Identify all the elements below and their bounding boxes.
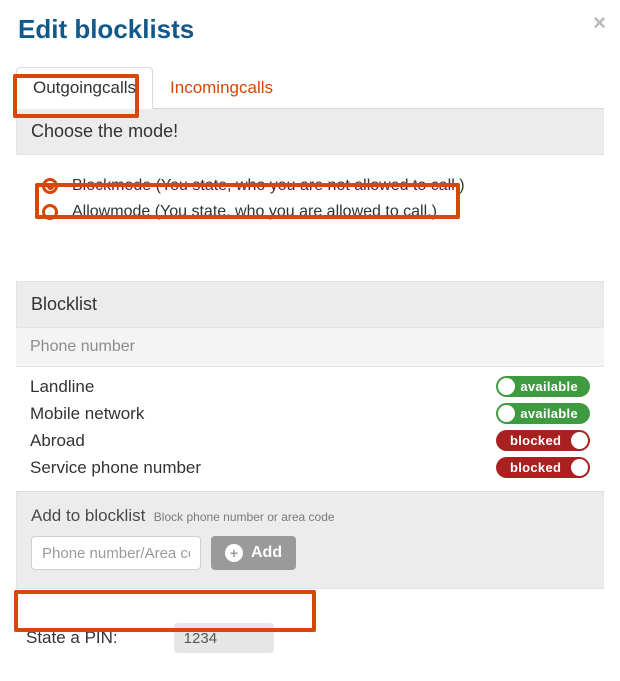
toggle-text: blocked bbox=[510, 460, 561, 475]
toggle-service[interactable]: blocked bbox=[496, 457, 590, 478]
modal-title: Edit blocklists bbox=[18, 14, 604, 45]
phone-number-input[interactable] bbox=[31, 536, 201, 570]
add-hint: Block phone number or area code bbox=[154, 510, 335, 524]
add-label: Add to blocklist bbox=[31, 506, 145, 525]
tabs: Outgoingcalls Incomingcalls bbox=[16, 67, 604, 109]
toggle-text: available bbox=[520, 406, 578, 421]
list-item-label: Mobile network bbox=[30, 404, 144, 424]
list-item: Service phone number blocked bbox=[30, 454, 590, 481]
radio-icon bbox=[42, 178, 58, 194]
list-item-label: Landline bbox=[30, 377, 94, 397]
list-item: Abroad blocked bbox=[30, 427, 590, 454]
toggle-abroad[interactable]: blocked bbox=[496, 430, 590, 451]
pin-input[interactable] bbox=[174, 623, 274, 653]
radio-blockmode-label: Blockmode (You state, who you are not al… bbox=[72, 177, 465, 195]
tab-incoming-calls[interactable]: Incomingcalls bbox=[153, 67, 290, 108]
blocklist-column-header: Phone number bbox=[16, 328, 604, 367]
list-item: Mobile network available bbox=[30, 400, 590, 427]
tab-outgoing-calls[interactable]: Outgoingcalls bbox=[16, 67, 153, 109]
radio-allowmode[interactable]: Allowmode (You state, who you are allowe… bbox=[42, 199, 596, 225]
pin-label: State a PIN: bbox=[26, 628, 118, 648]
toggle-mobile[interactable]: available bbox=[496, 403, 590, 424]
radio-allowmode-label: Allowmode (You state, who you are allowe… bbox=[72, 203, 437, 221]
list-item-label: Abroad bbox=[30, 431, 85, 451]
plus-icon: + bbox=[225, 544, 243, 562]
blocklist-rows: Landline available Mobile network availa… bbox=[16, 367, 604, 487]
radio-icon bbox=[42, 204, 58, 220]
toggle-text: blocked bbox=[510, 433, 561, 448]
add-to-blocklist: Add to blocklist Block phone number or a… bbox=[16, 492, 604, 589]
list-item-label: Service phone number bbox=[30, 458, 201, 478]
toggle-landline[interactable]: available bbox=[496, 376, 590, 397]
blocklist-header: Blocklist bbox=[16, 281, 604, 328]
radio-blockmode[interactable]: Blockmode (You state, who you are not al… bbox=[42, 173, 596, 199]
add-button[interactable]: + Add bbox=[211, 536, 296, 570]
mode-header: Choose the mode! bbox=[16, 109, 604, 155]
mode-radio-group: Blockmode (You state, who you are not al… bbox=[16, 155, 604, 253]
list-item: Landline available bbox=[30, 373, 590, 400]
pin-row: State a PIN: bbox=[16, 615, 604, 661]
close-icon[interactable]: × bbox=[593, 10, 606, 36]
add-button-label: Add bbox=[251, 544, 282, 562]
toggle-text: available bbox=[520, 379, 578, 394]
